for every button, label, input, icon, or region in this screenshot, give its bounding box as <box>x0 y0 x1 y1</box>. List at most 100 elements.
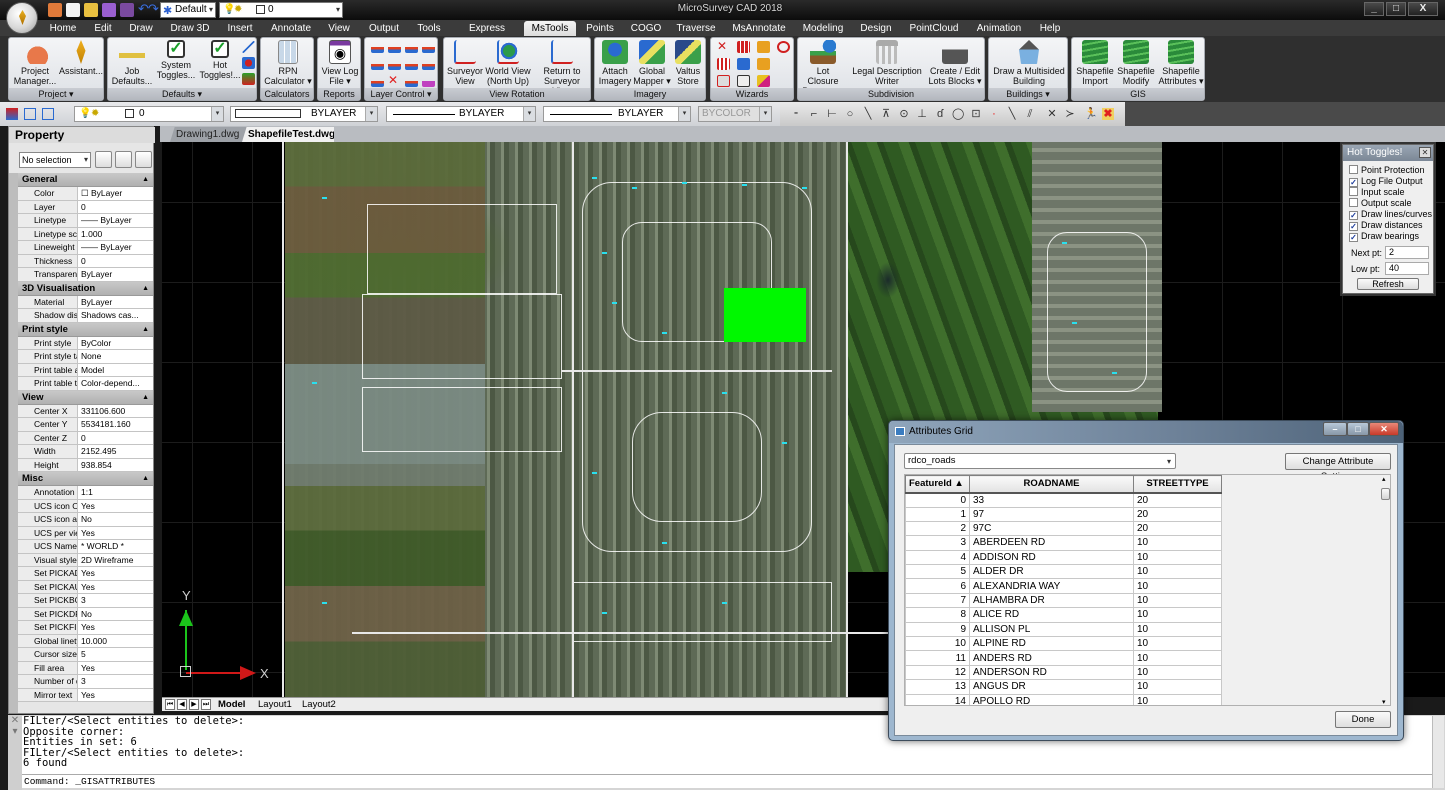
checkbox[interactable] <box>1349 198 1358 207</box>
table-row[interactable]: 3 ABERDEEN RD 10 <box>905 535 1222 551</box>
property-row[interactable]: Center Y 5534181.160 <box>18 418 153 432</box>
job-defaults-button[interactable]: Job Defaults... <box>110 40 154 86</box>
table-row[interactable]: 7 ALHAMBRA DR 10 <box>905 592 1222 609</box>
featureid-cell[interactable]: 13 <box>905 679 970 695</box>
snap-tangent-icon[interactable]: ⊼ <box>880 108 892 120</box>
layer-tool-icon[interactable] <box>371 58 384 70</box>
property-row[interactable]: Print table typeColor-depend... <box>18 377 153 391</box>
lineweight-select[interactable]: BYLAYER ▾ <box>543 106 691 122</box>
minimize-button[interactable]: _ <box>1364 2 1384 16</box>
property-value[interactable]: ByLayer <box>78 268 153 281</box>
wizard-grid-icon[interactable] <box>737 41 750 53</box>
tab-msannotate[interactable]: MsAnnotate <box>728 21 790 36</box>
property-value[interactable]: Shadows cas... <box>78 309 153 322</box>
property-value[interactable]: 10.000 <box>78 634 153 647</box>
layer-tool-icon[interactable] <box>388 41 401 53</box>
selection-select[interactable]: No selection ▾ <box>19 152 91 168</box>
surveyor-view-button[interactable]: Surveyor View <box>446 40 484 86</box>
table-row[interactable]: 11 ANDERS RD 10 <box>905 650 1222 666</box>
create-edit-lots-button[interactable]: Create / Edit Lots Blocks ▾ <box>926 40 984 86</box>
shapefile-attributes-button[interactable]: Shapefile Attributes ▾ <box>1158 40 1204 86</box>
property-row[interactable]: Visual style 2D Wireframe <box>18 553 153 567</box>
roadname-cell[interactable]: ALLISON PL <box>969 621 1134 638</box>
first-layout-button[interactable]: ⏮ <box>165 699 175 710</box>
collapse-icon[interactable]: ▲ <box>142 173 149 187</box>
command-input[interactable]: Command: _GISATTRIBUTES <box>22 774 1432 788</box>
table-row[interactable]: 6 ALEXANDRIA WAY 10 <box>905 578 1222 594</box>
property-row[interactable]: Linetype scale1.000 <box>18 227 153 241</box>
app-menu-button[interactable] <box>6 2 38 34</box>
color-select[interactable]: BYLAYER ▾ <box>230 106 378 122</box>
featureid-cell[interactable]: 3 <box>905 535 970 551</box>
property-section-header[interactable]: View ▲ <box>18 390 153 405</box>
property-row[interactable]: Layer 0 <box>18 200 153 214</box>
property-value[interactable]: 331106.600 <box>78 404 153 417</box>
snap-nearest-icon[interactable]: ╲ <box>862 108 874 120</box>
tab-layout2[interactable]: Layout2 <box>302 698 336 711</box>
snap-running-icon[interactable]: 🏃 <box>1084 108 1098 120</box>
legal-description-button[interactable]: Legal Description Writer <box>850 40 924 86</box>
rpn-calculator-button[interactable]: RPN Calculator ▾ <box>263 40 313 86</box>
column-header-roadname[interactable]: ROADNAME <box>969 475 1134 494</box>
checkbox[interactable] <box>1349 165 1358 174</box>
layer-tool-icon[interactable] <box>371 41 384 53</box>
roadname-cell[interactable]: ALEXANDRIA WAY <box>969 578 1134 594</box>
roadname-cell[interactable]: ALHAMBRA DR <box>969 592 1134 609</box>
property-value[interactable]: 3 <box>78 675 153 688</box>
streettype-cell[interactable]: 10 <box>1133 679 1222 695</box>
tab-points[interactable]: Points <box>582 21 618 36</box>
scroll-down-icon[interactable]: ▾ <box>1382 698 1386 705</box>
wizard-icon[interactable]: ✕ <box>717 40 730 53</box>
collapse-icon[interactable]: ▲ <box>142 472 149 486</box>
streettype-cell[interactable]: 10 <box>1133 578 1222 594</box>
snap-perpendicular-icon[interactable]: ⊥ <box>916 108 928 120</box>
system-toggles-button[interactable]: ✓ System Toggles... <box>154 40 198 80</box>
select-objects-button[interactable] <box>115 151 132 168</box>
layer-tool-icon[interactable] <box>422 58 435 70</box>
property-row[interactable]: UCS Name * WORLD * <box>18 540 153 554</box>
tab-shapefiletest[interactable]: ShapefileTest.dwg × <box>242 127 334 142</box>
open-icon[interactable] <box>84 3 98 17</box>
checkbox[interactable]: ✓ <box>1349 211 1358 220</box>
new-icon[interactable] <box>66 3 80 17</box>
roadname-cell[interactable]: 97C <box>969 520 1134 537</box>
tab-draw3d[interactable]: Draw 3D <box>168 21 212 36</box>
wizard-circle-icon[interactable] <box>777 41 790 53</box>
property-value[interactable]: 5534181.160 <box>78 418 153 431</box>
property-row[interactable]: Height 938.854 <box>18 458 153 472</box>
collapse-icon[interactable]: ▲ <box>142 323 149 337</box>
streettype-cell[interactable]: 20 <box>1133 506 1222 522</box>
close-button[interactable]: ✕ <box>1369 422 1399 436</box>
featureid-cell[interactable]: 9 <box>905 621 970 638</box>
scrollbar-thumb[interactable] <box>1381 488 1390 500</box>
property-value[interactable]: * WORLD * <box>78 540 153 553</box>
property-value[interactable]: Yes <box>78 580 153 593</box>
table-row[interactable]: 0 33 20 <box>905 492 1222 508</box>
featureid-cell[interactable]: 5 <box>905 564 970 580</box>
property-value[interactable]: 3 <box>78 594 153 607</box>
roadname-cell[interactable]: ALDER DR <box>969 564 1134 580</box>
tab-animation[interactable]: Animation <box>972 21 1026 36</box>
style-icon[interactable] <box>242 73 255 85</box>
layer-previous-icon[interactable] <box>24 108 36 120</box>
next-layout-button[interactable]: ▶ <box>189 699 199 710</box>
command-window-handle[interactable]: ✕ ▾ <box>8 715 22 790</box>
roadname-cell[interactable]: 33 <box>969 492 1134 508</box>
property-row[interactable]: Center Z0 <box>18 431 153 445</box>
table-row[interactable]: 12 ANDERSON RD 10 <box>905 664 1222 681</box>
snap-intersection-icon[interactable]: ⊢ <box>826 108 838 120</box>
property-section-header[interactable]: Misc ▲ <box>18 472 153 486</box>
featureid-cell[interactable]: 2 <box>905 520 970 537</box>
layer-icon[interactable] <box>242 57 255 69</box>
maximize-button[interactable]: □ <box>1347 422 1369 436</box>
layer-tool-icon[interactable] <box>371 75 384 87</box>
property-value[interactable]: Yes <box>78 499 153 512</box>
property-row[interactable]: Set PICKBOX3 <box>18 594 153 608</box>
done-button[interactable]: Done <box>1335 711 1391 728</box>
property-value[interactable]: 1.000 <box>78 227 153 240</box>
layer-delete-icon[interactable]: ✕ <box>388 74 401 87</box>
toggle-checkbox[interactable]: Input scale <box>1349 187 1405 198</box>
property-row[interactable]: Width 2152.495 <box>18 445 153 459</box>
featureid-cell[interactable]: 0 <box>905 492 970 508</box>
snap-off-icon[interactable]: ✖ <box>1102 108 1114 120</box>
